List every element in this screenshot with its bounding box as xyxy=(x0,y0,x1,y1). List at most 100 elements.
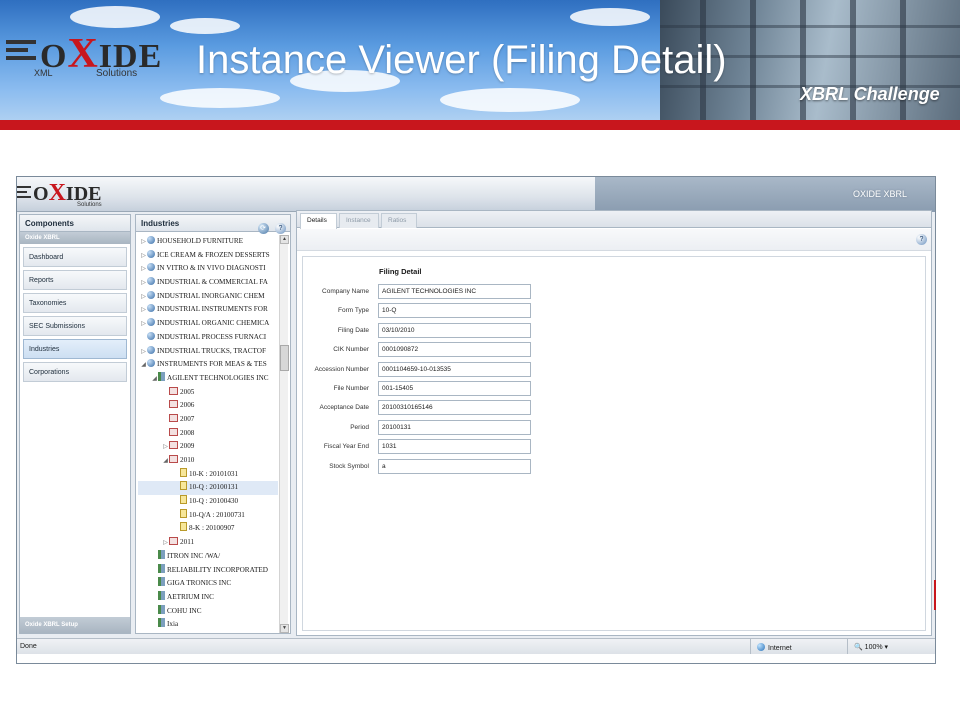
tree-node[interactable]: 8-K : 20100907 xyxy=(138,522,278,536)
field-label: File Number xyxy=(333,385,369,392)
expand-arrow-icon[interactable]: ▷ xyxy=(162,537,169,550)
form-row: Filing Date 03/10/2010 xyxy=(303,322,927,338)
tab-details[interactable]: Details xyxy=(300,213,337,229)
tree-node[interactable]: ▷ HOUSEHOLD FURNITURE xyxy=(138,235,278,249)
expand-arrow-icon[interactable]: ▷ xyxy=(140,236,147,249)
form-row: Accession Number 0001104659-10-013535 xyxy=(303,361,927,377)
zoom-control[interactable]: 🔍 100% ▾ xyxy=(847,639,894,654)
tree-node[interactable]: GIGA TRONICS INC xyxy=(138,577,278,591)
components-footer[interactable]: Oxide XBRL Setup xyxy=(20,617,130,633)
tree-scrollbar[interactable]: ▲ ▼ xyxy=(279,235,289,633)
tree-node[interactable]: 10-K : 20101031 xyxy=(138,467,278,482)
expand-arrow-icon[interactable]: ▷ xyxy=(162,441,169,454)
field-value-input[interactable]: 0001104659-10-013535 xyxy=(378,361,531,377)
tree-node[interactable]: 2005 xyxy=(138,386,278,400)
field-label: Accession Number xyxy=(314,365,369,373)
tree-node-label: ITRON INC /WA/ xyxy=(167,551,221,560)
field-value-input[interactable]: 1031 xyxy=(378,439,531,455)
form-row: CIK Number 0001090872 xyxy=(303,342,927,358)
tree-node[interactable]: COHU INC xyxy=(138,604,278,619)
tree-node[interactable]: INDUSTRIAL PROCESS FURNACI xyxy=(138,331,278,345)
building-icon xyxy=(158,590,165,600)
cloud-decoration xyxy=(440,88,580,112)
tree-node[interactable]: 10-Q : 20100131 xyxy=(138,481,278,496)
field-value-input[interactable]: 20100310165146 xyxy=(378,400,531,416)
collapse-arrow-icon[interactable]: ◢ xyxy=(140,359,147,372)
tree-node[interactable]: 2006 xyxy=(138,399,278,413)
tree-node-label: INDUSTRIAL INSTRUMENTS FOR xyxy=(157,305,268,314)
tree-node[interactable]: ◢ INSTRUMENTS FOR MEAS & TES xyxy=(138,358,278,372)
expand-arrow-icon[interactable]: ▷ xyxy=(140,318,147,331)
tree-node[interactable]: ITRON INC /WA/ xyxy=(138,549,278,564)
tree-node[interactable]: 2008 xyxy=(138,427,278,441)
tree-node-label: INDUSTRIAL ORGANIC CHEMICA xyxy=(157,319,270,328)
collapse-arrow-icon[interactable]: ◢ xyxy=(151,373,158,386)
form-row: File Number 001-15405 xyxy=(303,381,927,396)
expand-arrow-icon[interactable]: ▷ xyxy=(140,277,147,290)
expand-arrow-icon[interactable]: ▷ xyxy=(140,346,147,359)
cloud-decoration xyxy=(570,8,650,26)
nav-item-reports[interactable]: Reports xyxy=(23,270,127,290)
year-icon xyxy=(169,427,178,436)
globe-icon xyxy=(147,277,155,286)
globe-icon xyxy=(147,249,155,258)
status-bar: Done Internet 🔍 100% ▾ xyxy=(17,638,935,654)
nav-item-taxonomies[interactable]: Taxonomies xyxy=(23,293,127,313)
expand-arrow-icon[interactable]: ▷ xyxy=(140,263,147,276)
tree-node[interactable]: ▷ 2011 xyxy=(138,536,278,550)
document-icon xyxy=(180,508,187,518)
field-label: Period xyxy=(350,423,369,431)
field-value-input[interactable]: 001-15405 xyxy=(378,381,531,396)
components-group-header[interactable]: Oxide XBRL xyxy=(20,232,130,244)
form-row: Acceptance Date 20100310165146 xyxy=(303,400,927,416)
globe-icon xyxy=(147,331,155,340)
tree-node[interactable]: 10-Q/A : 20100731 xyxy=(138,508,278,523)
document-icon xyxy=(180,481,187,491)
tree-node[interactable]: ▷ INDUSTRIAL ORGANIC CHEMICA xyxy=(138,317,278,331)
tree-node[interactable]: ◢ AGILENT TECHNOLOGIES INC xyxy=(138,371,278,386)
field-value-input[interactable]: 03/10/2010 xyxy=(378,322,531,338)
scroll-thumb[interactable] xyxy=(280,345,289,371)
tab-ratios[interactable]: Ratios xyxy=(381,213,417,228)
document-icon xyxy=(180,495,187,505)
refresh-icon[interactable]: ⟳ xyxy=(257,223,269,234)
field-value-input[interactable]: AGILENT TECHNOLOGIES INC xyxy=(378,284,531,299)
expand-arrow-icon[interactable]: ▷ xyxy=(140,250,147,263)
tree-node[interactable]: ▷ 2009 xyxy=(138,440,278,454)
expand-arrow-icon[interactable]: ▷ xyxy=(140,304,147,317)
field-value-input[interactable]: 10-Q xyxy=(378,303,531,319)
collapse-arrow-icon[interactable]: ◢ xyxy=(162,455,169,468)
tree-node-label: 2010 xyxy=(180,456,195,464)
tree-node-label: HOUSEHOLD FURNITURE xyxy=(157,237,244,245)
tab-instance[interactable]: Instance xyxy=(339,213,379,228)
nav-item-sec-submissions[interactable]: SEC Submissions xyxy=(23,316,127,336)
help-icon[interactable]: ? xyxy=(916,234,927,245)
nav-item-corporations[interactable]: Corporations xyxy=(23,362,127,382)
tree-node-label: GIGA TRONICS INC xyxy=(167,579,232,588)
tree-node[interactable]: ◢ 2010 xyxy=(138,454,278,468)
zone-label: Internet xyxy=(768,645,792,652)
tree-node[interactable]: ▷ IN VITRO & IN VIVO DIAGNOSTI xyxy=(138,262,278,276)
tree-node[interactable]: RELIABILITY INCORPORATED xyxy=(138,563,278,578)
tree-node[interactable]: AETRIUM INC xyxy=(138,590,278,605)
tree-node[interactable]: 10-Q : 20100430 xyxy=(138,495,278,509)
chevron-down-icon[interactable]: ▾ xyxy=(885,644,889,651)
nav-item-dashboard[interactable]: Dashboard xyxy=(23,247,127,267)
scroll-down-icon[interactable]: ▼ xyxy=(280,624,289,633)
tree-node[interactable]: Ixia xyxy=(138,618,278,632)
scroll-up-icon[interactable]: ▲ xyxy=(280,235,289,244)
tree-node[interactable]: ▷ INDUSTRIAL INSTRUMENTS FOR xyxy=(138,303,278,317)
nav-item-industries[interactable]: Industries xyxy=(23,339,127,359)
field-value-input[interactable]: a xyxy=(378,458,531,474)
field-value-input[interactable]: 20100131 xyxy=(378,419,531,435)
tree-node[interactable]: ▷ INDUSTRIAL & COMMERCIAL FA xyxy=(138,276,278,290)
help-icon[interactable]: ? xyxy=(275,223,286,234)
tree-node-label: AGILENT TECHNOLOGIES INC xyxy=(167,373,269,382)
field-value-input[interactable]: 0001090872 xyxy=(378,342,531,358)
tree-node[interactable]: ▷ INDUSTRIAL TRUCKS, TRACTOF xyxy=(138,345,278,359)
tree-node[interactable]: 2007 xyxy=(138,413,278,427)
tree-node[interactable]: ▷ ICE CREAM & FROZEN DESSERTS xyxy=(138,249,278,263)
expand-arrow-icon[interactable]: ▷ xyxy=(140,291,147,304)
tree-node[interactable]: ▷ INDUSTRIAL INORGANIC CHEM xyxy=(138,290,278,304)
tree-node-label: 8-K : 20100907 xyxy=(189,524,235,533)
